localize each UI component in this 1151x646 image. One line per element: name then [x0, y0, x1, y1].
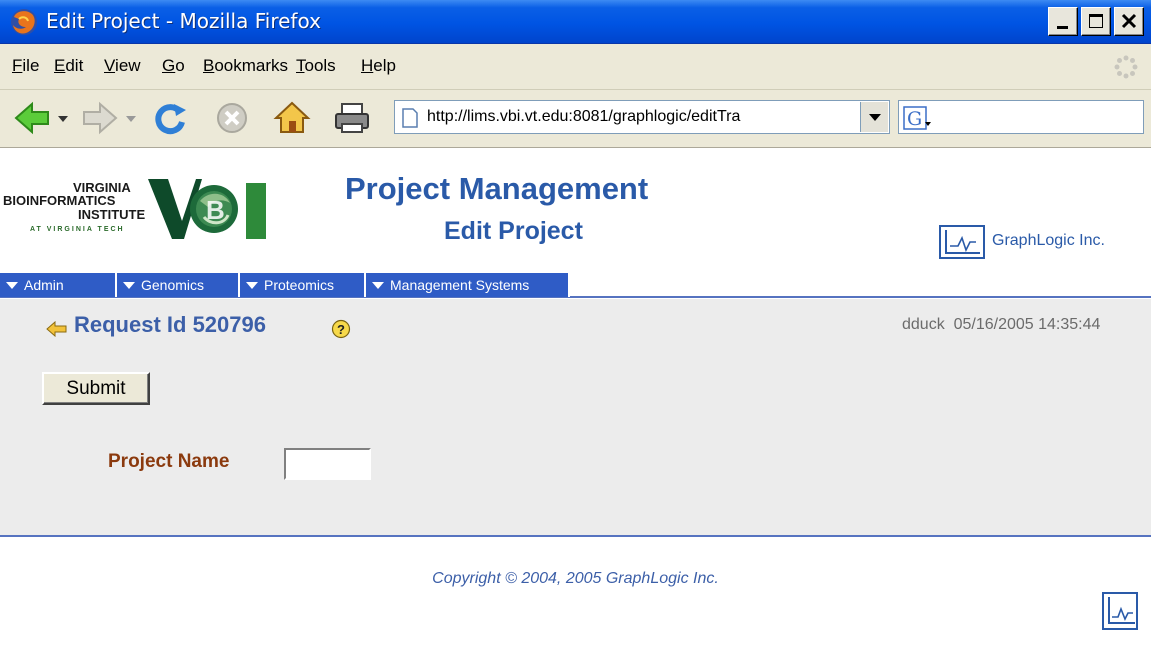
navigation-toolbar: http://lims.vbi.vt.edu:8081/graphlogic/e…: [0, 90, 1151, 148]
menu-bookmarks[interactable]: Bookmarks: [203, 56, 288, 76]
nav-proteomics-label: Proteomics: [264, 277, 335, 293]
menu-mnemonic: T: [296, 56, 305, 75]
logo-line-tech: AT VIRGINIA TECH: [30, 226, 125, 233]
menu-mnemonic: V: [104, 56, 116, 75]
page-icon: [402, 108, 418, 128]
chevron-down-icon: [372, 282, 384, 289]
reload-icon[interactable]: [150, 100, 190, 136]
minimize-icon: [1057, 26, 1068, 29]
menu-mnemonic: G: [162, 56, 176, 75]
page-title: Project Management: [345, 171, 649, 206]
home-icon[interactable]: [272, 100, 312, 136]
nav-admin[interactable]: Admin: [0, 273, 117, 297]
request-id-link[interactable]: Request Id 520796: [74, 312, 266, 338]
maximize-icon: [1089, 14, 1103, 28]
footer-divider: [0, 535, 1151, 537]
nav-management-systems[interactable]: Management Systems: [366, 273, 570, 297]
minimize-button[interactable]: [1048, 7, 1078, 36]
url-dropdown-button[interactable]: [860, 102, 888, 132]
chevron-down-icon: [246, 282, 258, 289]
menu-view[interactable]: View: [104, 56, 141, 76]
chevron-down-icon: [6, 282, 18, 289]
url-bar[interactable]: http://lims.vbi.vt.edu:8081/graphlogic/e…: [394, 100, 890, 134]
menu-edit[interactable]: Edit: [54, 56, 83, 76]
back-icon[interactable]: [12, 100, 52, 136]
project-name-input[interactable]: [284, 448, 371, 480]
back-arrow-icon[interactable]: [46, 321, 68, 337]
firefox-icon: [11, 9, 37, 35]
back-dropdown-icon[interactable]: [56, 100, 70, 136]
nav-genomics-label: Genomics: [141, 277, 205, 293]
menu-go[interactable]: Go: [162, 56, 185, 76]
nav-genomics[interactable]: Genomics: [117, 273, 240, 297]
nav-management-systems-label: Management Systems: [390, 277, 530, 293]
user-name: dduck: [902, 316, 945, 333]
help-icon[interactable]: ?: [331, 319, 351, 339]
page-subtitle: Edit Project: [444, 217, 583, 245]
forward-icon[interactable]: [80, 100, 120, 136]
main-content: Request Id 520796 ? dduck 05/16/2005 14:…: [0, 299, 1151, 536]
logo-line-bioinformatics: BIOINFORMATICS: [3, 193, 116, 208]
project-name-label: Project Name: [108, 451, 230, 472]
user-timestamp: dduck 05/16/2005 14:35:44: [902, 316, 1100, 334]
web-page: VIRGINIA BIOINFORMATICS INSTITUTE AT VIR…: [0, 149, 1151, 646]
window-title: Edit Project - Mozilla Firefox: [46, 9, 321, 33]
vbi-mark: B: [148, 179, 266, 239]
menu-mnemonic: H: [361, 56, 374, 75]
timestamp: 05/16/2005 14:35:44: [953, 316, 1101, 333]
close-button[interactable]: [1114, 7, 1144, 36]
menu-mnemonic: E: [54, 56, 66, 75]
vbi-logo: VIRGINIA BIOINFORMATICS INSTITUTE AT VIR…: [0, 177, 270, 247]
print-icon[interactable]: [332, 100, 372, 136]
app-nav-bar: Admin Genomics Proteomics Management Sys…: [0, 273, 1151, 298]
menu-help[interactable]: Help: [361, 56, 396, 76]
menu-mnemonic: F: [12, 56, 23, 75]
menu-mnemonic: B: [203, 56, 215, 75]
svg-text:G: G: [907, 108, 922, 130]
menu-bar: File Edit View Go Bookmarks Tools Help: [0, 44, 1151, 90]
chevron-down-icon: [123, 282, 135, 289]
throbber-icon: [1114, 55, 1138, 79]
vbi-mark-b: B: [206, 195, 225, 225]
search-bar[interactable]: G: [898, 100, 1144, 134]
url-text[interactable]: http://lims.vbi.vt.edu:8081/graphlogic/e…: [427, 108, 857, 126]
google-search-icon[interactable]: G: [903, 105, 933, 131]
maximize-button[interactable]: [1081, 7, 1111, 36]
menu-file[interactable]: File: [12, 56, 39, 76]
chevron-down-icon: [869, 114, 881, 121]
window-titlebar[interactable]: Edit Project - Mozilla Firefox: [0, 0, 1151, 44]
submit-button[interactable]: Submit: [42, 372, 150, 405]
stop-icon[interactable]: [214, 100, 250, 136]
window-controls: [1048, 7, 1144, 36]
nav-admin-label: Admin: [24, 277, 64, 293]
company-name: GraphLogic Inc.: [992, 232, 1105, 249]
graphlogic-footer-logo-icon: [1102, 592, 1138, 630]
menu-tools[interactable]: Tools: [296, 56, 336, 76]
forward-dropdown-icon[interactable]: [124, 100, 138, 136]
copyright-text: Copyright © 2004, 2005 GraphLogic Inc.: [432, 570, 719, 587]
close-icon: [1121, 13, 1137, 29]
logo-line-institute: INSTITUTE: [78, 207, 146, 222]
nav-proteomics[interactable]: Proteomics: [240, 273, 366, 297]
graphlogic-logo-icon: [939, 225, 985, 259]
svg-text:?: ?: [337, 322, 345, 337]
